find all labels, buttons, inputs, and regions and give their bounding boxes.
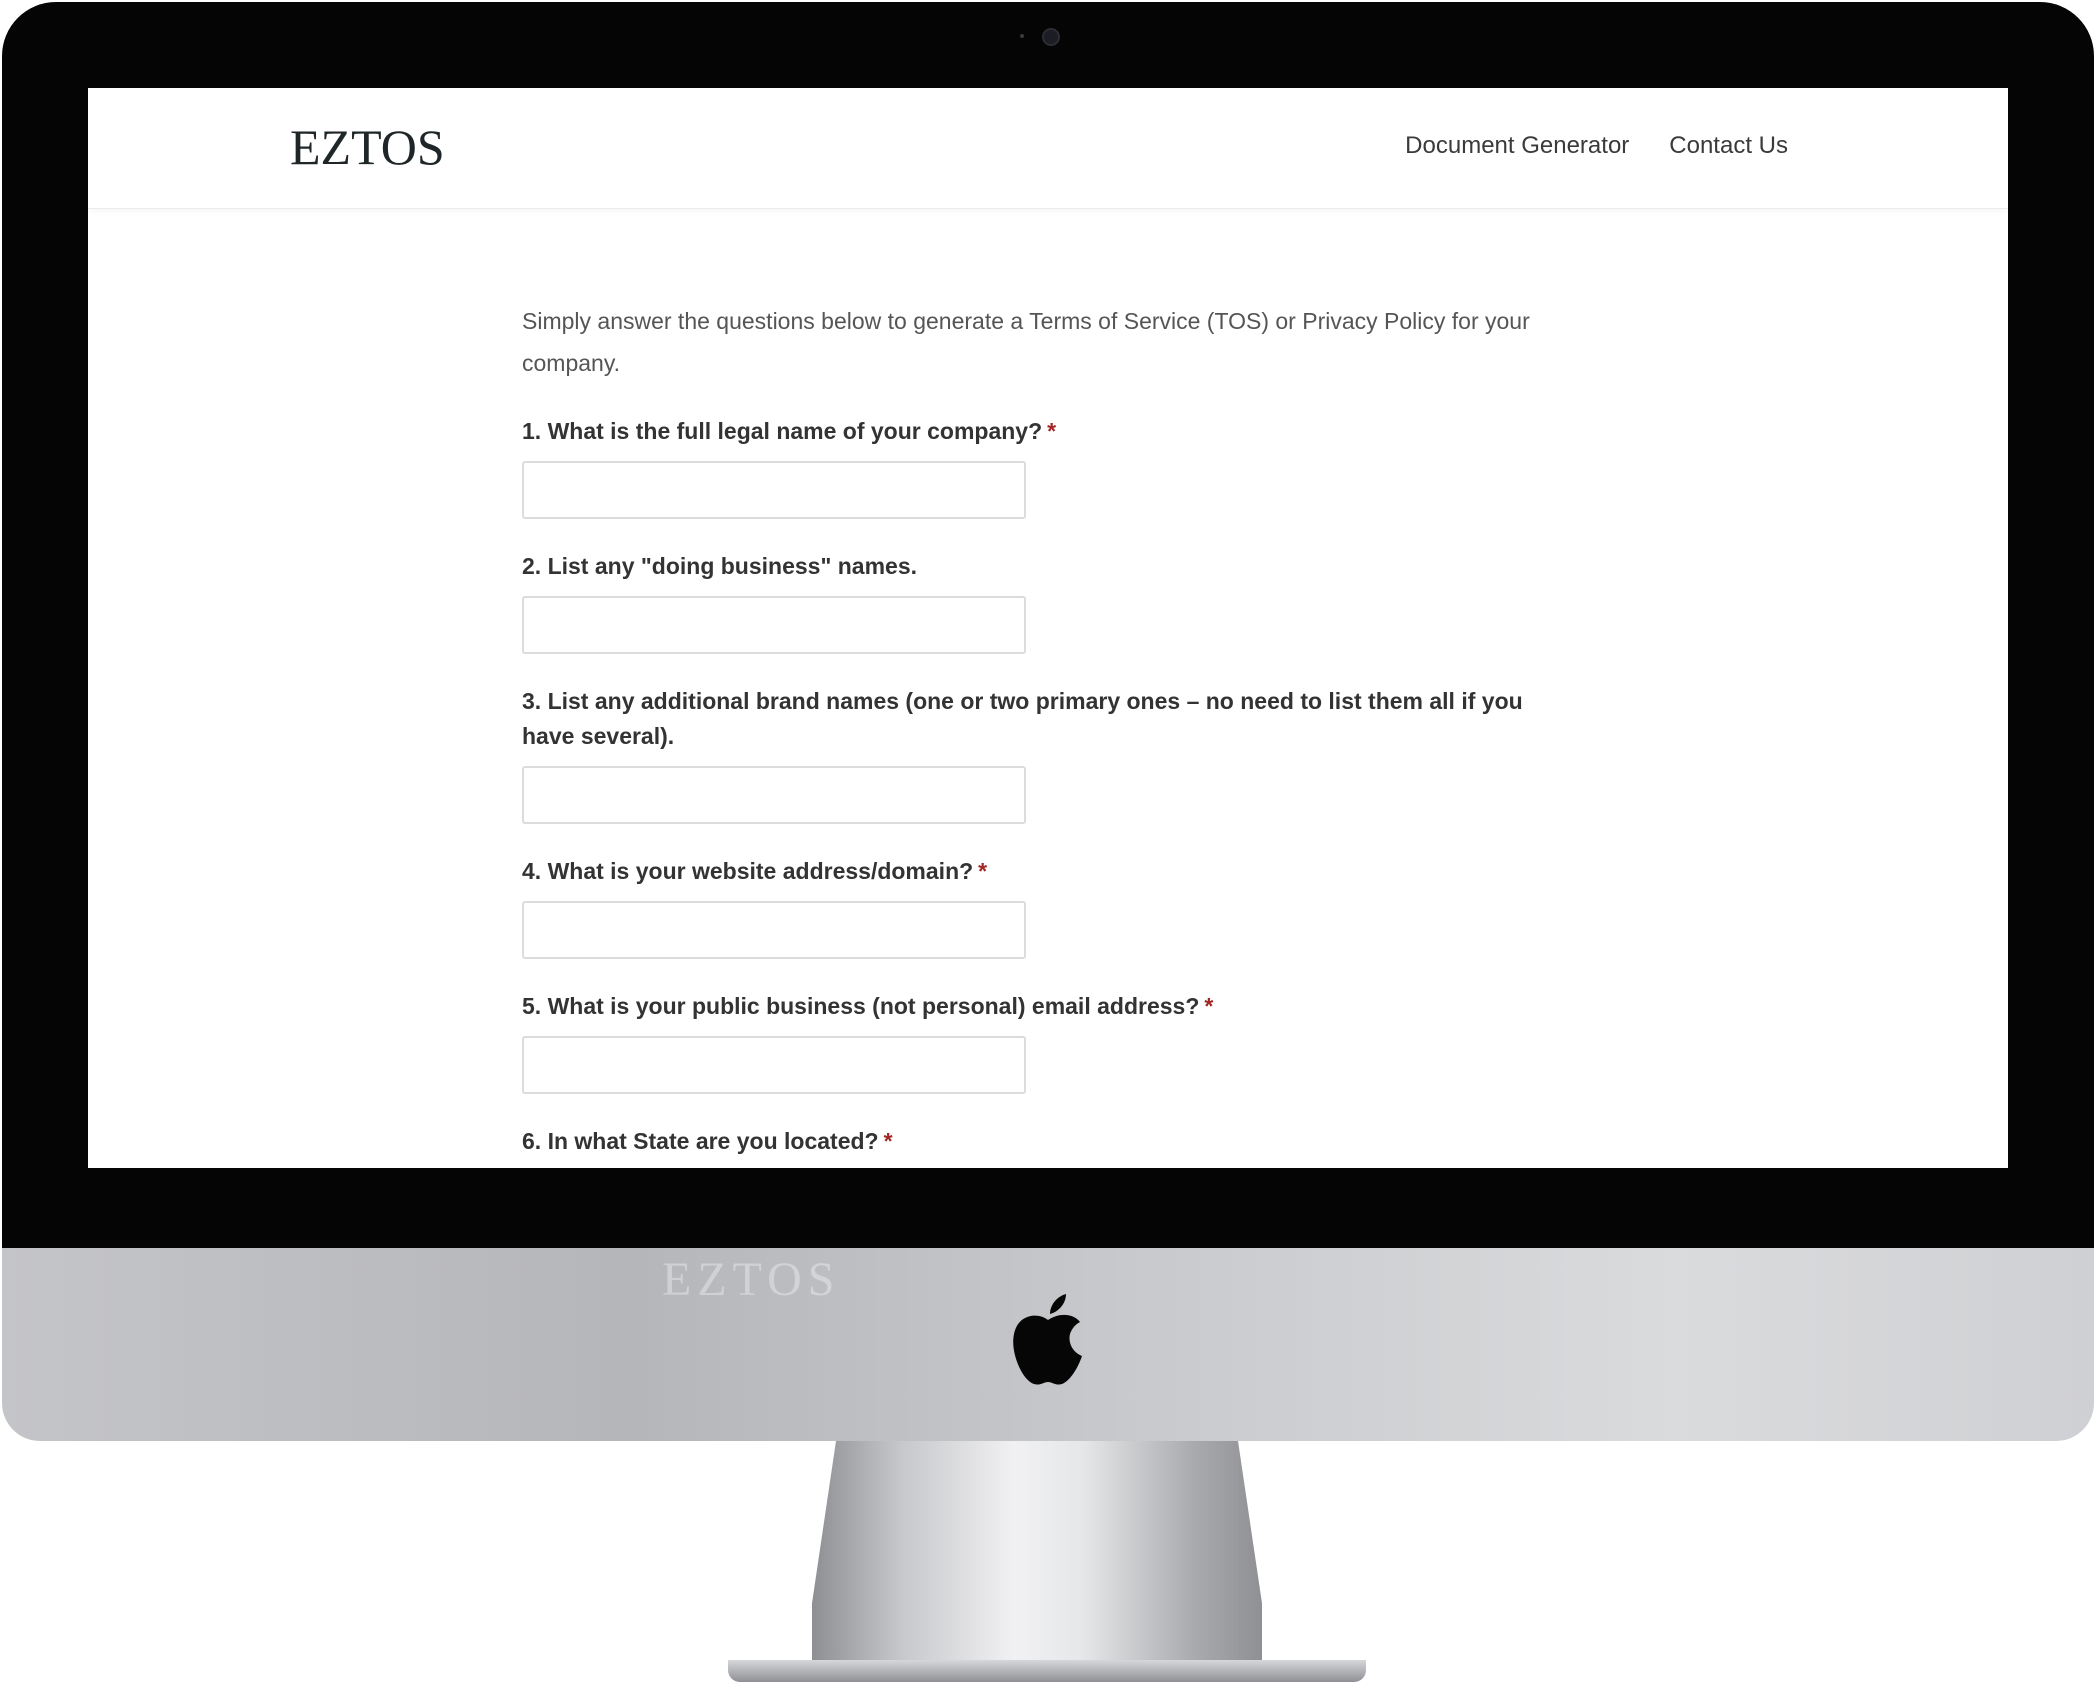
website-domain-input[interactable]: [522, 901, 1026, 959]
device-stand-base: [728, 1660, 1366, 1682]
required-marker: *: [1047, 418, 1057, 444]
company-name-input[interactable]: [522, 461, 1026, 519]
apple-logo-icon: [1013, 1294, 1082, 1385]
nav-document-generator[interactable]: Document Generator: [1405, 132, 1629, 160]
site-header: EZTOS Document Generator Contact Us: [88, 88, 2008, 209]
nav-contact-us[interactable]: Contact Us: [1669, 132, 1788, 160]
main-nav: Document Generator Contact Us: [1405, 132, 1788, 160]
question-6-label: 6. In what State are you located? *: [522, 1128, 893, 1154]
question-5-label: 5. What is your public business (not per…: [522, 993, 1214, 1019]
question-1-label: 1. What is the full legal name of your c…: [522, 418, 1057, 444]
browser-viewport: EZTOS Document Generator Contact Us Simp…: [88, 88, 2008, 1168]
business-email-input[interactable]: [522, 1036, 1026, 1094]
required-marker: *: [883, 1128, 893, 1154]
imac-device: EZTOS Document Generator Contact Us Simp…: [0, 0, 2096, 1696]
dba-names-input[interactable]: [522, 596, 1026, 654]
question-3-label: 3. List any additional brand names (one …: [522, 688, 1523, 749]
chin-reflection: EZTOS: [662, 1253, 841, 1306]
camera-icon: [1042, 28, 1060, 46]
intro-text: Simply answer the questions below to gen…: [522, 308, 1530, 376]
question-2-label: 2. List any "doing business" names.: [522, 553, 918, 579]
form-content: Simply answer the questions below to gen…: [522, 300, 1532, 1168]
required-marker: *: [1204, 993, 1214, 1019]
question-4-label: 4. What is your website address/domain? *: [522, 858, 988, 884]
brand-names-input[interactable]: [522, 766, 1026, 824]
camera-sensor-icon: [1020, 34, 1024, 38]
device-stand: [812, 1441, 1262, 1671]
required-marker: *: [978, 858, 988, 884]
site-logo[interactable]: EZTOS: [290, 118, 445, 176]
